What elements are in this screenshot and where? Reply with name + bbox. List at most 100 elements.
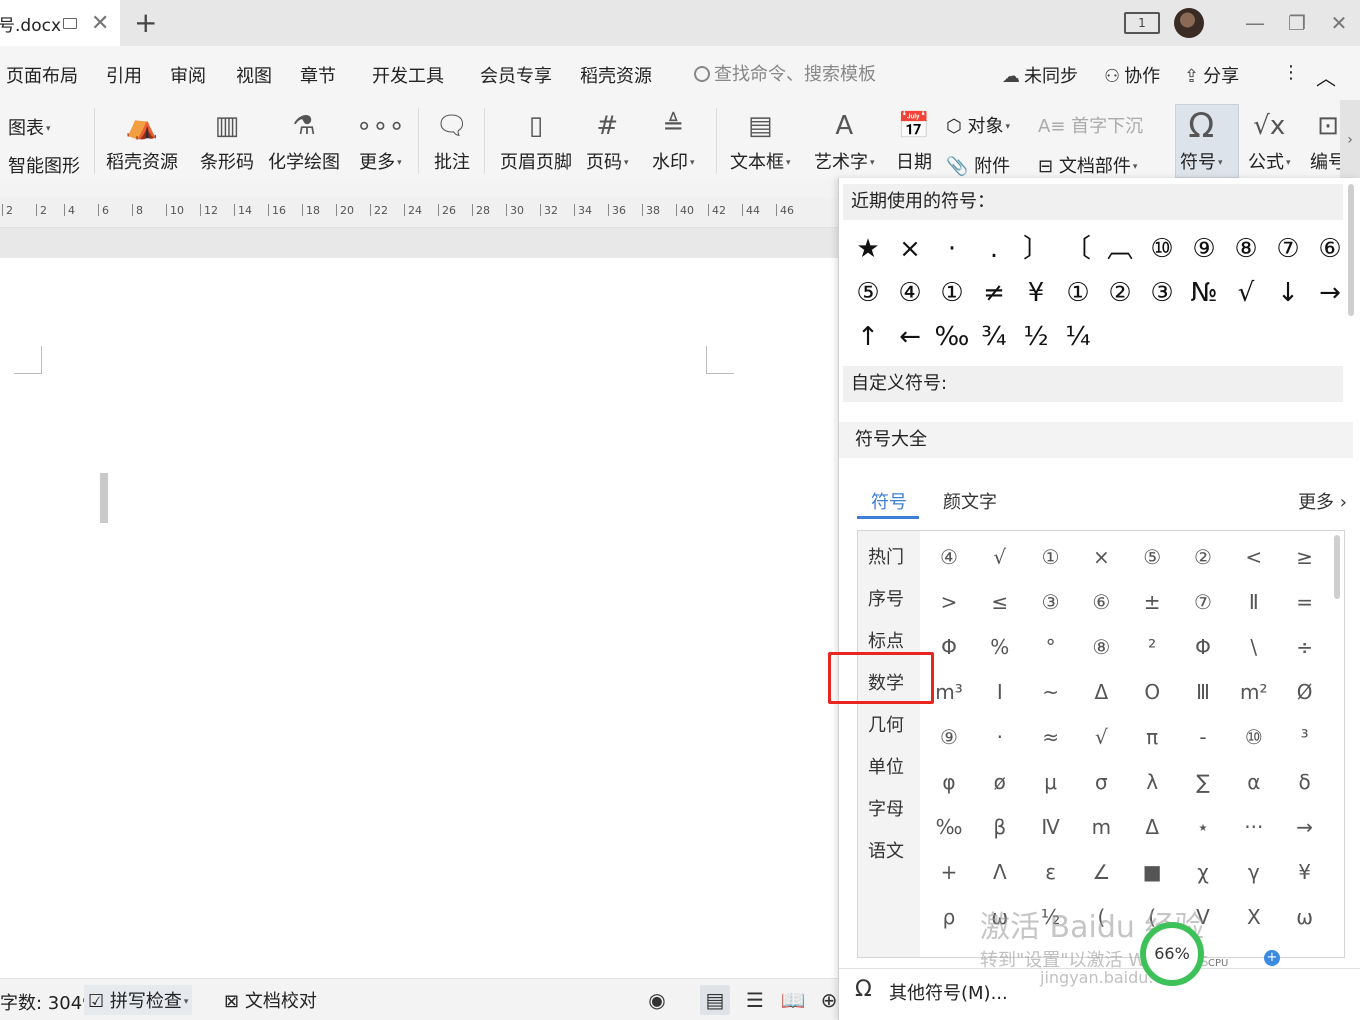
reading-view-icon[interactable]: 📖 bbox=[778, 985, 808, 1015]
recent-symbol[interactable]: ★ bbox=[847, 228, 889, 270]
recent-symbol[interactable]: № bbox=[1183, 272, 1225, 314]
recent-symbol[interactable]: × bbox=[889, 228, 931, 270]
symbol-cell[interactable]: ω bbox=[1280, 895, 1330, 939]
symbol-cell[interactable]: ∑ bbox=[1178, 760, 1228, 804]
ribbon-scroll-right-icon[interactable]: › bbox=[1340, 100, 1360, 180]
symbol-cell[interactable]: Ø bbox=[1280, 670, 1330, 714]
symbol-cell[interactable]: ≈ bbox=[1026, 715, 1076, 759]
recent-symbol[interactable]: ③ bbox=[1141, 272, 1183, 314]
doc-parts-button[interactable]: ⊟ 文档部件 ▾ bbox=[1038, 152, 1137, 178]
recent-symbol[interactable]: ¼ bbox=[1057, 316, 1099, 358]
barcode-button[interactable]: ▥ 条形码 bbox=[200, 106, 254, 174]
layout-icon[interactable]: 1 bbox=[1124, 12, 1160, 34]
restore-icon[interactable]: ❐ bbox=[1276, 11, 1318, 35]
symbol-cell[interactable]: ø bbox=[975, 760, 1025, 804]
plus-icon[interactable]: + bbox=[1264, 950, 1280, 966]
menu-page-layout[interactable]: 页面布局 bbox=[6, 62, 78, 88]
symbol-cell[interactable]: Δ bbox=[1127, 805, 1177, 849]
more-button[interactable]: 更多 › bbox=[1298, 488, 1347, 514]
document-page[interactable] bbox=[0, 258, 838, 978]
symbol-cell[interactable]: ‰ bbox=[924, 805, 974, 849]
grid-scrollbar[interactable] bbox=[1334, 535, 1340, 599]
symbol-cell[interactable]: δ bbox=[1280, 760, 1330, 804]
recent-symbol[interactable]: ⑨ bbox=[1183, 228, 1225, 270]
symbol-cell[interactable]: ⑥ bbox=[1076, 580, 1126, 624]
symbol-cell[interactable]: ⑩ bbox=[1229, 715, 1279, 759]
symbol-button[interactable]: Ω 符号 ▾ bbox=[1180, 106, 1223, 174]
symbol-cell[interactable]: β bbox=[975, 805, 1025, 849]
category-item[interactable]: 序号 bbox=[868, 585, 904, 611]
recent-symbol[interactable]: ① bbox=[931, 272, 973, 314]
symbol-cell[interactable]: + bbox=[924, 850, 974, 894]
symbol-cell[interactable]: → bbox=[1280, 805, 1330, 849]
symbol-cell[interactable]: λ bbox=[1127, 760, 1177, 804]
close-window-icon[interactable]: ✕ bbox=[1318, 11, 1360, 35]
symbol-cell[interactable]: ⑨ bbox=[924, 715, 974, 759]
symbol-cell[interactable]: ρ bbox=[924, 895, 974, 939]
symbol-cell[interactable]: ⋆ bbox=[1178, 805, 1228, 849]
symbol-cell[interactable]: ε bbox=[1026, 850, 1076, 894]
symbol-cell[interactable]: σ bbox=[1076, 760, 1126, 804]
recent-symbol[interactable]: ← bbox=[889, 316, 931, 358]
page-number-button[interactable]: # 页码 ▾ bbox=[586, 106, 629, 174]
recent-symbol[interactable]: ¥ bbox=[1015, 272, 1057, 314]
cpu-widget[interactable]: 66% bbox=[1140, 922, 1204, 986]
search-box[interactable]: 查找命令、搜索模板 bbox=[694, 60, 876, 86]
menu-view[interactable]: 视图 bbox=[236, 62, 272, 88]
date-button[interactable]: 📅 日期 bbox=[896, 106, 932, 174]
symbol-cell[interactable]: ② bbox=[1178, 535, 1228, 579]
recent-symbol[interactable]: 〕 bbox=[1015, 228, 1057, 270]
category-item[interactable]: 标点 bbox=[868, 627, 904, 653]
smart-shape-button[interactable]: 智能图形 bbox=[8, 152, 80, 178]
menu-references[interactable]: 引用 bbox=[106, 62, 142, 88]
symbol-cell[interactable]: \ bbox=[1229, 625, 1279, 669]
symbol-cell[interactable]: Φ bbox=[1178, 625, 1228, 669]
symbol-cell[interactable]: √ bbox=[1076, 715, 1126, 759]
symbol-cell[interactable]: ∠ bbox=[1076, 850, 1126, 894]
symbol-cell[interactable]: Ⅱ bbox=[1229, 580, 1279, 624]
collab-button[interactable]: ⚇ 协作 bbox=[1104, 62, 1160, 88]
menu-chapter[interactable]: 章节 bbox=[300, 62, 336, 88]
recent-symbol[interactable]: ≠ bbox=[973, 272, 1015, 314]
symbol-cell[interactable]: - bbox=[1178, 715, 1228, 759]
symbol-cell[interactable]: ¥ bbox=[1280, 850, 1330, 894]
recent-symbol[interactable]: ⑥ bbox=[1309, 228, 1351, 270]
recent-symbol[interactable]: √ bbox=[1225, 272, 1267, 314]
symbol-cell[interactable]: > bbox=[924, 580, 974, 624]
tab-symbols[interactable]: 符号 bbox=[871, 488, 907, 514]
recent-symbol[interactable]: ⑤ bbox=[847, 272, 889, 314]
docer-button[interactable]: ⛺ 稻壳资源 bbox=[106, 106, 178, 174]
symbol-cell[interactable]: × bbox=[1076, 535, 1126, 579]
recent-symbol[interactable]: → bbox=[1309, 272, 1351, 314]
menu-review[interactable]: 审阅 bbox=[170, 62, 206, 88]
menu-docer[interactable]: 稻壳资源 bbox=[580, 62, 652, 88]
collapse-ribbon-icon[interactable]: ︿ bbox=[1316, 62, 1336, 91]
recent-symbol[interactable]: ↑ bbox=[847, 316, 889, 358]
eye-icon[interactable]: ◉ bbox=[642, 985, 672, 1015]
recent-symbol[interactable]: ④ bbox=[889, 272, 931, 314]
symbol-cell[interactable]: · bbox=[975, 715, 1025, 759]
proofread-button[interactable]: ⊠ 文档校对 bbox=[220, 985, 321, 1015]
category-item[interactable]: 几何 bbox=[868, 711, 904, 737]
attachment-button[interactable]: 📎 附件 bbox=[946, 152, 1010, 178]
symbol-cell[interactable]: ③ bbox=[1026, 580, 1076, 624]
symbol-cell[interactable]: < bbox=[1229, 535, 1279, 579]
spell-check-button[interactable]: ☑ 拼写检查 ▾ bbox=[84, 985, 193, 1015]
symbol-cell[interactable]: Λ bbox=[975, 850, 1025, 894]
symbol-cell[interactable]: √ bbox=[975, 535, 1025, 579]
symbol-cell[interactable]: ≤ bbox=[975, 580, 1025, 624]
recent-symbol[interactable]: . bbox=[973, 228, 1015, 270]
symbol-cell[interactable]: χ bbox=[1178, 850, 1228, 894]
recent-symbol[interactable]: ⑩ bbox=[1141, 228, 1183, 270]
symbol-cell[interactable]: π bbox=[1127, 715, 1177, 759]
category-item[interactable]: 单位 bbox=[868, 753, 904, 779]
symbol-cell[interactable]: ² bbox=[1127, 625, 1177, 669]
recent-symbol[interactable]: ¾ bbox=[973, 316, 1015, 358]
close-tab-icon[interactable]: ✕ bbox=[91, 11, 109, 36]
watermark-button[interactable]: ≜ 水印 ▾ bbox=[652, 106, 695, 174]
symbol-cell[interactable]: φ bbox=[924, 760, 974, 804]
share-button[interactable]: ⇪ 分享 bbox=[1184, 62, 1239, 88]
comment-button[interactable]: 🗨 批注 bbox=[434, 106, 470, 174]
symbol-cell[interactable]: μ bbox=[1026, 760, 1076, 804]
symbol-cell[interactable]: = bbox=[1280, 580, 1330, 624]
